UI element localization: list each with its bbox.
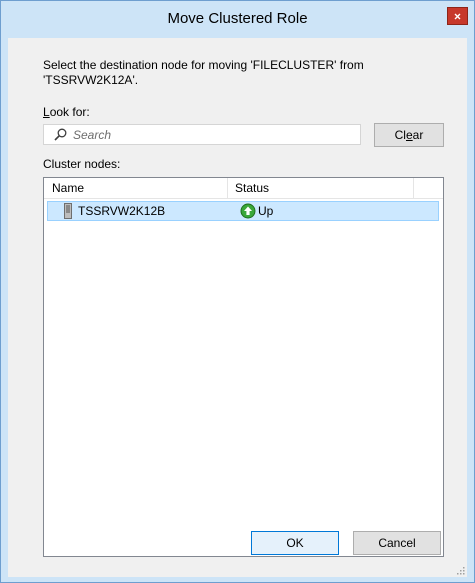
server-icon: [64, 203, 72, 219]
window-title: Move Clustered Role: [167, 10, 308, 27]
cancel-button[interactable]: Cancel: [353, 531, 441, 555]
cluster-nodes-label: Cluster nodes:: [43, 157, 121, 171]
column-header-name[interactable]: Name: [52, 181, 84, 195]
close-button[interactable]: [447, 7, 468, 25]
dialog-window: Move Clustered Role Select the destinati…: [0, 0, 475, 583]
column-header-status[interactable]: Status: [235, 181, 269, 195]
clear-button[interactable]: Clear: [374, 123, 444, 147]
close-icon: [454, 13, 461, 19]
node-name: TSSRVW2K12B: [78, 204, 166, 218]
title-bar[interactable]: Move Clustered Role: [1, 1, 474, 37]
cluster-nodes-list[interactable]: Name Status TSSRVW2K12B Up: [43, 177, 444, 557]
table-row[interactable]: TSSRVW2K12B Up: [47, 201, 439, 221]
search-icon: [54, 128, 67, 141]
ok-button[interactable]: OK: [251, 531, 339, 555]
column-divider[interactable]: [413, 178, 414, 198]
resize-grip-icon[interactable]: [455, 565, 465, 575]
list-header: Name Status: [44, 178, 443, 199]
search-input[interactable]: Search: [43, 124, 361, 145]
node-status: Up: [258, 204, 274, 218]
look-for-label: Look for:: [43, 105, 90, 119]
search-placeholder: Search: [73, 128, 112, 142]
dialog-content: Select the destination node for moving '…: [8, 38, 467, 577]
column-divider[interactable]: [227, 178, 228, 198]
instruction-text: Select the destination node for moving '…: [43, 58, 364, 87]
green-up-arrow-icon: [240, 203, 256, 219]
